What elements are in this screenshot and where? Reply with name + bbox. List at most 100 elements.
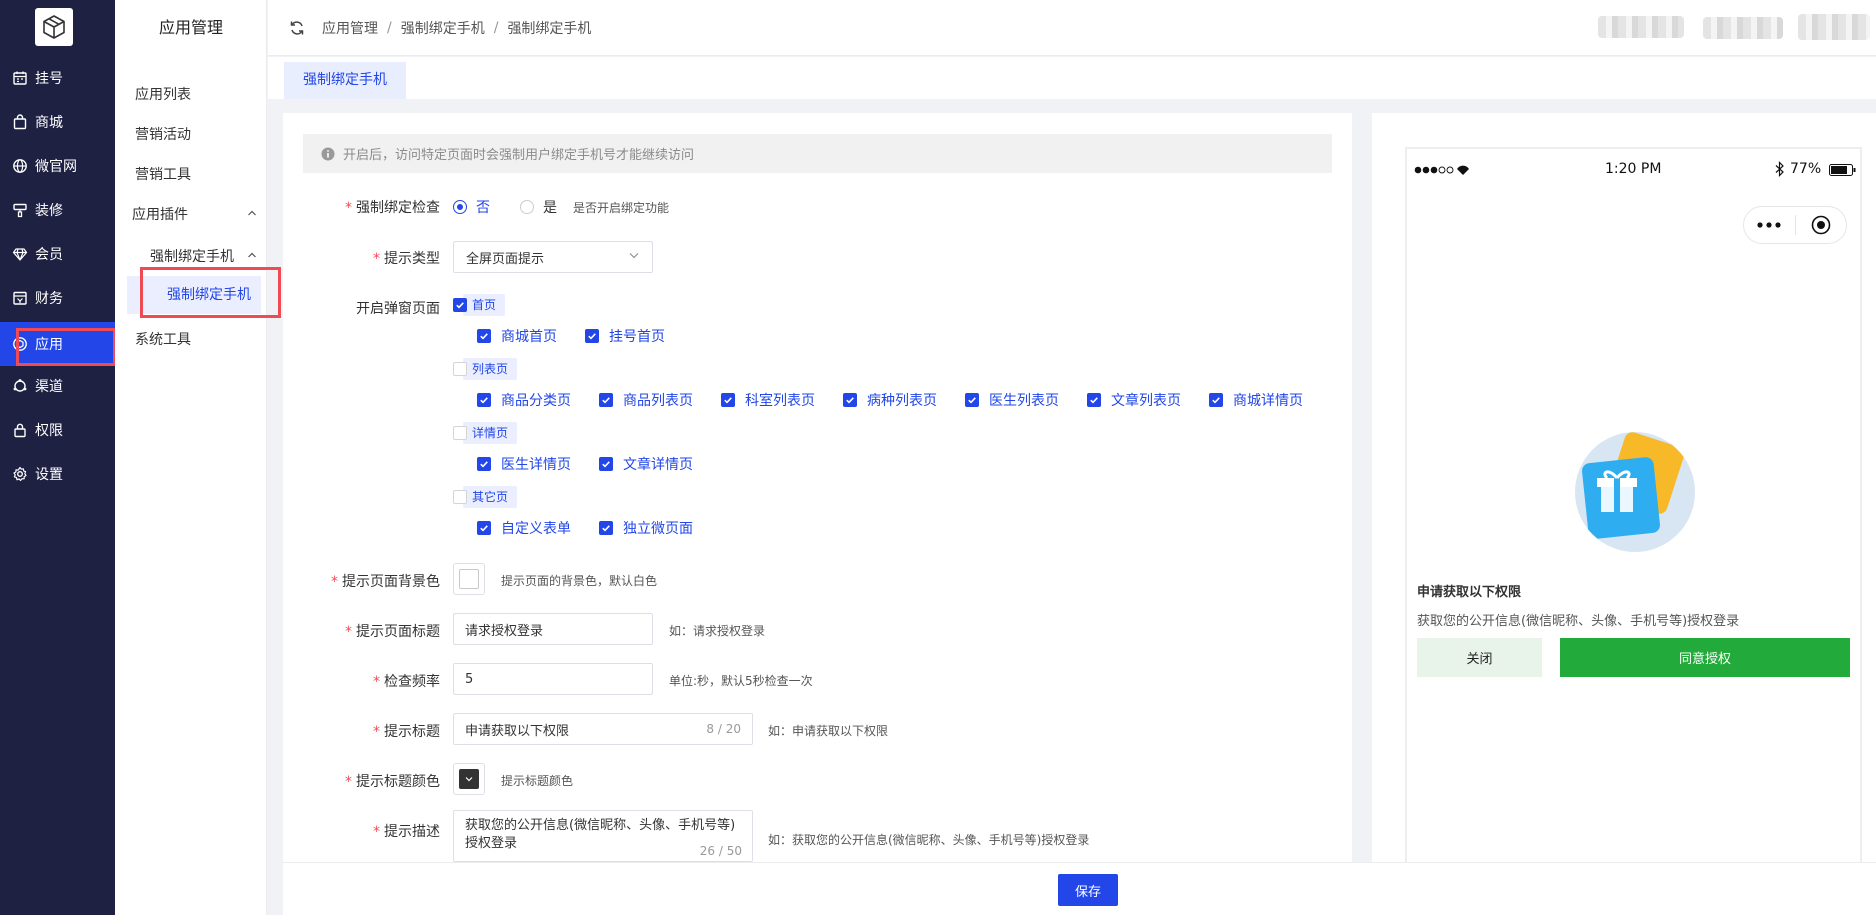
brush-icon: [12, 202, 28, 218]
radio-no[interactable]: 否: [453, 197, 490, 217]
radio-label: 否: [476, 200, 490, 216]
highlight-box: [16, 328, 116, 366]
checkbox-mall-home[interactable]: 商城首页: [477, 326, 557, 346]
nav-item-finance[interactable]: 财务: [0, 276, 115, 320]
sidebar-item-marketing-tools[interactable]: 营销工具: [135, 164, 191, 184]
settings-form: 开启后，访问特定页面时会强制用户绑定手机号才能继续访问 * 强制绑定检查 否 是 …: [283, 113, 1352, 915]
main-nav: 挂号 商城 微官网 装修 会员 财务 应用 渠道 权限 设置: [0, 0, 116, 915]
breadcrumb-separator: /: [493, 19, 499, 36]
field-label: * 检查频率: [373, 674, 440, 690]
checkbox-item[interactable]: 病种列表页: [843, 390, 937, 410]
channel-icon: [12, 378, 28, 394]
finance-icon: [12, 290, 28, 306]
save-bar: 保存: [283, 862, 1876, 915]
field-label: * 提示描述: [373, 824, 440, 840]
check-frequency-input[interactable]: 5: [453, 663, 653, 695]
nav-item-label: 权限: [35, 423, 63, 439]
signal-icon: [1413, 163, 1473, 177]
nav-item-decoration[interactable]: 装修: [0, 188, 115, 232]
nav-item-channel[interactable]: 渠道: [0, 364, 115, 408]
nav-item-label: 装修: [35, 203, 63, 219]
sidebar-item-system-tools[interactable]: 系统工具: [135, 329, 191, 349]
nav-item-label: 挂号: [35, 71, 63, 87]
checkbox-item[interactable]: 自定义表单: [477, 518, 571, 538]
tip-title-input[interactable]: 申请获取以下权限 8 / 20: [453, 713, 753, 745]
checkbox-group-detail[interactable]: 详情页: [453, 422, 518, 444]
checkbox-item[interactable]: 医生详情页: [477, 454, 571, 474]
checkbox-group-home[interactable]: 首页: [453, 294, 506, 316]
top-bar: 应用管理 / 强制绑定手机 / 强制绑定手机: [268, 0, 1876, 56]
checkbox-checked: [585, 329, 599, 343]
field-label: * 强制绑定检查: [345, 200, 440, 216]
nav-item-website[interactable]: 微官网: [0, 144, 115, 188]
bluetooth-icon: [1775, 161, 1785, 181]
field-hint: 单位:秒，默认5秒检查一次: [669, 674, 813, 688]
checkbox-group-list[interactable]: 列表页: [453, 358, 518, 380]
nav-item-register[interactable]: 挂号: [0, 56, 115, 100]
checkbox-item[interactable]: 商品列表页: [599, 390, 693, 410]
logo-icon[interactable]: [35, 8, 73, 46]
field-hint: 如：请求授权登录: [669, 624, 766, 638]
page-title-input[interactable]: 请求授权登录: [453, 613, 653, 645]
save-button[interactable]: 保存: [1058, 874, 1118, 906]
phone-frame: 1:20 PM 77% 申请获取以下权限 获取您的公开信息(微信昵称、头像、手机…: [1405, 147, 1862, 862]
checkbox-item[interactable]: 商城详情页: [1209, 390, 1303, 410]
app-sidebar: 应用管理 应用列表 营销活动 营销工具 应用插件 强制绑定手机 强制绑定手机 系…: [115, 0, 281, 915]
field-hint: 提示页面的背景色，默认白色: [501, 574, 658, 588]
checkbox-item[interactable]: 文章详情页: [599, 454, 693, 474]
nav-item-permission[interactable]: 权限: [0, 408, 115, 452]
sidebar-item-marketing-activity[interactable]: 营销活动: [135, 124, 191, 144]
chevron-up-icon: [247, 206, 257, 222]
checkbox-item[interactable]: 商品分类页: [477, 390, 571, 410]
gift-illustration-icon: [1575, 432, 1695, 552]
lock-icon: [12, 422, 28, 438]
checkbox-item[interactable]: 科室列表页: [721, 390, 815, 410]
checkbox-checked: [477, 329, 491, 343]
checkbox-item[interactable]: 独立微页面: [599, 518, 693, 538]
checkbox-item[interactable]: 文章列表页: [1087, 390, 1181, 410]
checkbox-group-other[interactable]: 其它页: [453, 486, 518, 508]
agree-authorize-button[interactable]: 同意授权: [1560, 638, 1850, 677]
color-swatch: [459, 569, 479, 589]
info-alert: 开启后，访问特定页面时会强制用户绑定手机号才能继续访问: [303, 134, 1332, 173]
field-hint: 如：申请获取以下权限: [768, 724, 889, 738]
radio-yes[interactable]: 是: [520, 197, 557, 217]
close-button[interactable]: 关闭: [1417, 638, 1542, 677]
breadcrumb-item[interactable]: 应用管理: [322, 18, 378, 38]
checkbox-item[interactable]: 医生列表页: [965, 390, 1059, 410]
battery-icon: [1829, 164, 1857, 180]
nav-item-mall[interactable]: 商城: [0, 100, 115, 144]
tab-force-bind-phone[interactable]: 强制绑定手机: [284, 62, 406, 99]
more-icon[interactable]: [1744, 207, 1795, 243]
avatar[interactable]: [1798, 14, 1870, 40]
bg-color-picker[interactable]: [453, 563, 485, 595]
field-label: * 提示类型: [373, 251, 440, 267]
checkbox-unchecked: [453, 426, 467, 440]
permission-description: 获取您的公开信息(微信昵称、头像、手机号等)授权登录: [1417, 614, 1740, 629]
tab-strip: 强制绑定手机: [268, 57, 1876, 99]
diamond-icon: [12, 246, 28, 262]
nav-item-settings[interactable]: 设置: [0, 452, 115, 496]
select-value: 全屏页面提示: [466, 251, 545, 267]
nav-item-label: 微官网: [35, 159, 77, 175]
checkbox-register-home[interactable]: 挂号首页: [585, 326, 665, 346]
sidebar-group-app-plugins[interactable]: 应用插件: [132, 204, 257, 224]
nav-item-label: 设置: [35, 467, 63, 483]
field-hint: 是否开启绑定功能: [573, 201, 670, 215]
title-color-picker[interactable]: [453, 763, 485, 795]
sidebar-item-app-list[interactable]: 应用列表: [135, 84, 191, 104]
sidebar-group-label: 应用插件: [132, 207, 188, 223]
status-bar: 1:20 PM 77%: [1407, 149, 1860, 191]
tip-type-select[interactable]: 全屏页面提示: [453, 241, 653, 273]
close-target-icon[interactable]: [1796, 207, 1847, 243]
breadcrumb-item[interactable]: 强制绑定手机: [401, 18, 485, 38]
refresh-icon[interactable]: [288, 19, 306, 37]
nav-item-label: 商城: [35, 115, 63, 131]
nav-item-member[interactable]: 会员: [0, 232, 115, 276]
field-label: * 提示标题: [373, 724, 440, 740]
tip-description-textarea[interactable]: 获取您的公开信息(微信昵称、头像、手机号等)授权登录 26 / 50: [453, 810, 753, 862]
char-count: 26 / 50: [699, 844, 742, 858]
gear-icon: [12, 466, 28, 482]
sidebar-subgroup-force-bind[interactable]: 强制绑定手机: [150, 246, 257, 266]
shopping-bag-icon: [12, 114, 28, 130]
